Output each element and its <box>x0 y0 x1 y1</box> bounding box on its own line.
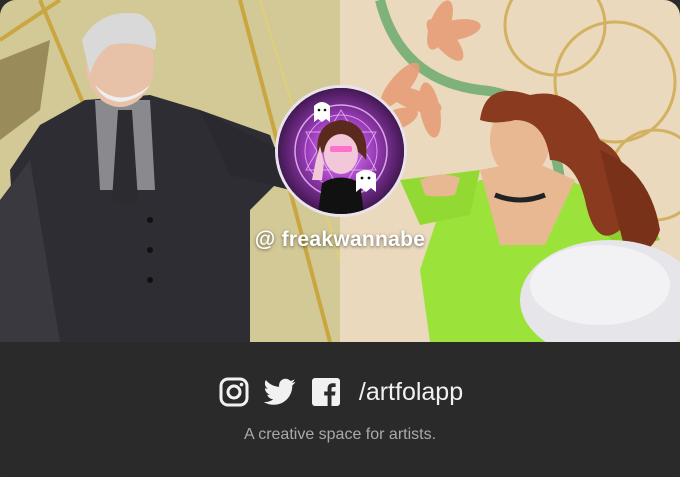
instagram-icon[interactable] <box>217 375 251 409</box>
facebook-icon[interactable] <box>309 375 343 409</box>
profile-username[interactable]: @ freakwannabe <box>0 228 680 252</box>
social-links: /artfolapp <box>0 375 680 409</box>
profile-card: @ freakwannabe /artfolapp A creative spa… <box>0 0 680 477</box>
twitter-icon[interactable] <box>263 375 297 409</box>
social-handle[interactable]: /artfolapp <box>359 378 463 407</box>
footer: /artfolapp A creative space for artists. <box>0 342 680 477</box>
tagline: A creative space for artists. <box>243 426 437 443</box>
avatar[interactable] <box>275 85 407 217</box>
